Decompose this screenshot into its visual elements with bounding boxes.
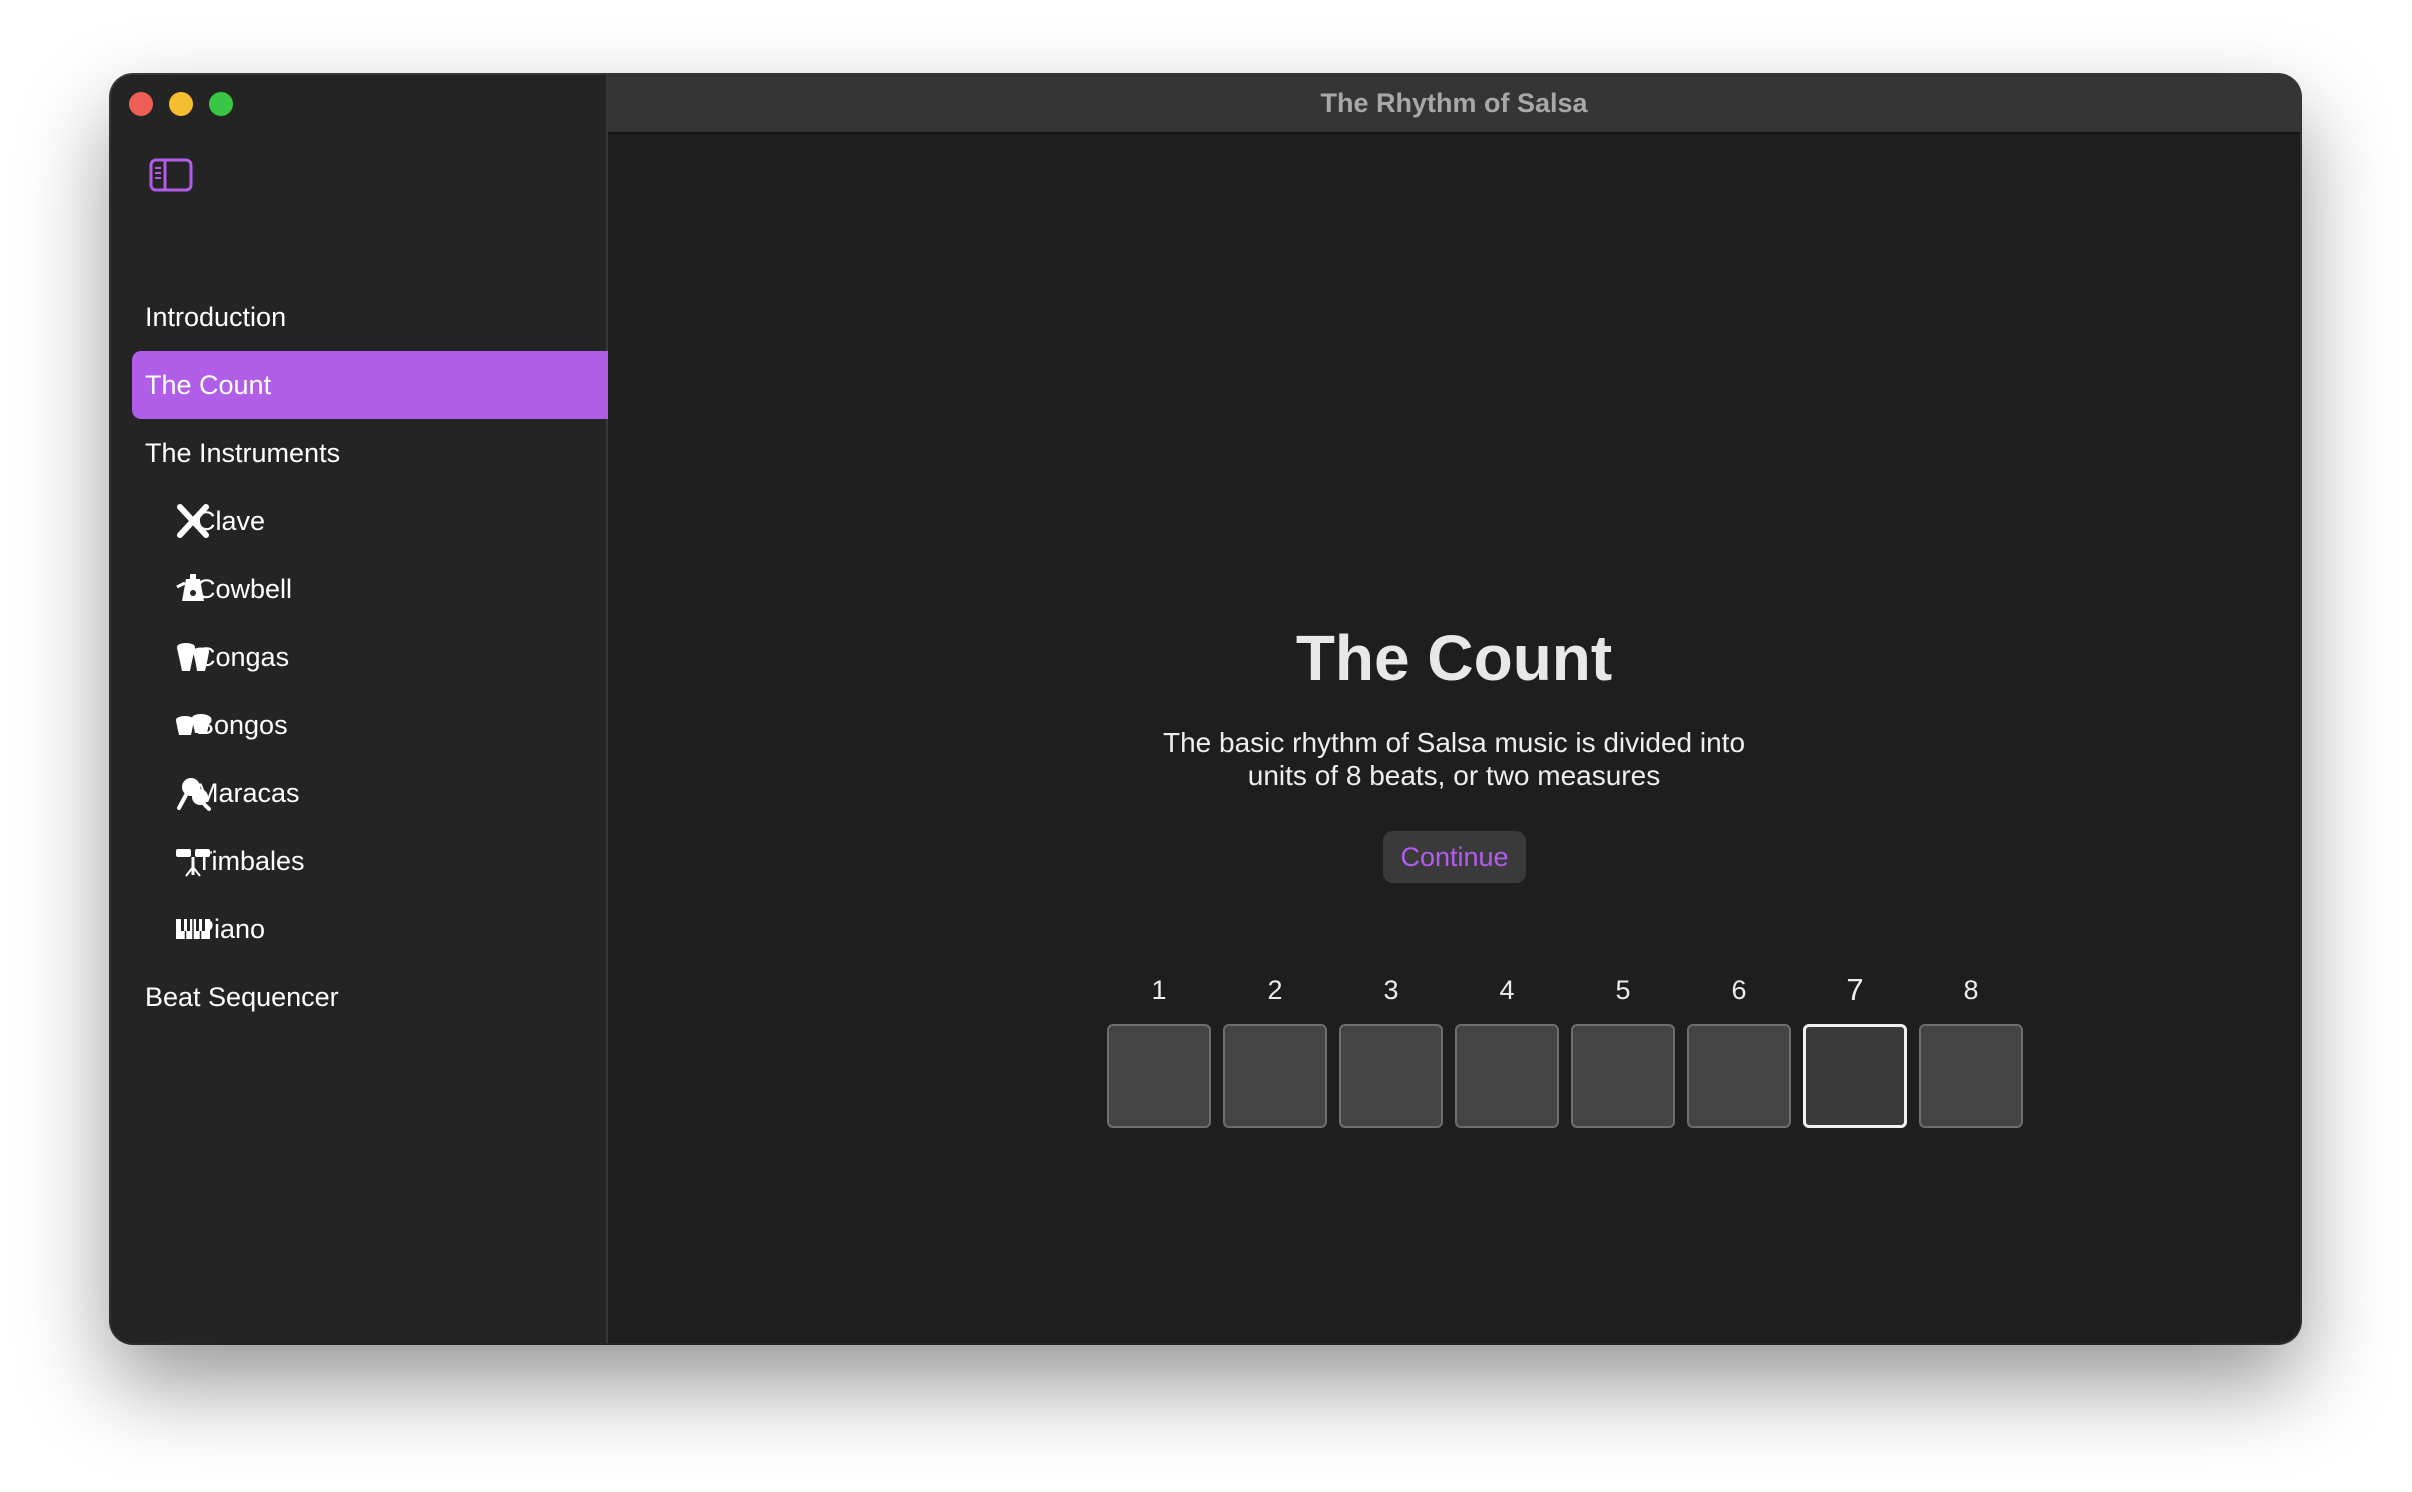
main-content: The Count The basic rhythm of Salsa musi…: [608, 134, 2300, 1343]
window-controls: [129, 92, 233, 116]
beat-grid: 1 2 3 4 5 6 7 8: [1107, 972, 2023, 1128]
beat-cell: 1: [1107, 972, 1211, 1128]
beat-number: 4: [1499, 975, 1515, 1005]
beat-cell: 4: [1455, 972, 1559, 1128]
beat-pad[interactable]: [1339, 1024, 1443, 1128]
sidebar-toggle-icon[interactable]: [149, 156, 193, 194]
app-window: Introduction The Count The Instruments C…: [111, 75, 2300, 1343]
piano-icon: [174, 911, 212, 947]
sidebar-item-label: Timbales: [196, 845, 305, 876]
beat-cell: 2: [1223, 972, 1327, 1128]
beat-pad[interactable]: [1919, 1024, 2023, 1128]
beat-number: 1: [1151, 975, 1167, 1005]
clave-icon: [174, 503, 212, 539]
bongos-icon: [174, 707, 212, 743]
beat-pad[interactable]: [1571, 1024, 1675, 1128]
page-title: The Count: [1295, 622, 1613, 694]
beat-cell: 6: [1687, 972, 1791, 1128]
beat-number: 7: [1846, 972, 1864, 1007]
continue-button[interactable]: Continue: [1383, 831, 1526, 883]
beat-cell: 5: [1571, 972, 1675, 1128]
maracas-icon: [174, 775, 212, 811]
beat-number: 6: [1731, 975, 1747, 1005]
beat-cell-active: 7: [1803, 972, 1907, 1128]
beat-number: 3: [1383, 975, 1399, 1005]
minimize-window-button[interactable]: [169, 92, 193, 116]
sidebar-item-label: The Instruments: [145, 437, 341, 468]
beat-cell: 8: [1919, 972, 2023, 1128]
cowbell-icon: [174, 571, 212, 607]
zoom-window-button[interactable]: [209, 92, 233, 116]
beat-pad[interactable]: [1107, 1024, 1211, 1128]
beat-number: 5: [1615, 975, 1631, 1005]
window-titlebar: The Rhythm of Salsa: [608, 75, 2300, 134]
congas-icon: [174, 639, 212, 675]
sidebar-item-label: The Count: [145, 369, 272, 400]
timbales-icon: [174, 843, 212, 879]
beat-pad[interactable]: [1687, 1024, 1791, 1128]
beat-pad-active[interactable]: [1803, 1024, 1907, 1128]
beat-pad[interactable]: [1223, 1024, 1327, 1128]
beat-number: 2: [1267, 975, 1283, 1005]
page-description: The basic rhythm of Salsa music is divid…: [1162, 727, 1746, 791]
beat-cell: 3: [1339, 972, 1443, 1128]
sidebar-item-label: Introduction: [145, 301, 287, 332]
sidebar: Introduction The Count The Instruments C…: [111, 75, 696, 1343]
close-window-button[interactable]: [129, 92, 153, 116]
window-title: The Rhythm of Salsa: [1320, 88, 1588, 118]
beat-pad[interactable]: [1455, 1024, 1559, 1128]
beat-number: 8: [1963, 975, 1979, 1005]
sidebar-item-label: Beat Sequencer: [145, 981, 339, 1012]
